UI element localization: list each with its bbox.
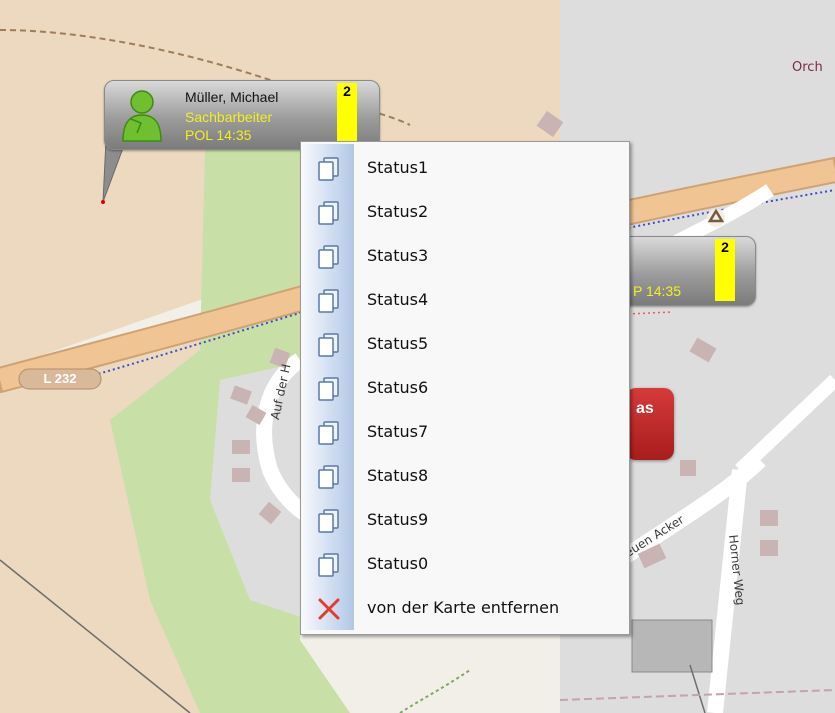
context-menu-item-label: Status2 bbox=[367, 202, 429, 221]
context-menu-item[interactable]: Status2 bbox=[303, 190, 625, 234]
road-shield: L 232 bbox=[18, 366, 102, 392]
pages-icon bbox=[316, 464, 342, 490]
person-time: POL 14:35 bbox=[185, 127, 252, 143]
context-menu-item[interactable]: Status9 bbox=[303, 498, 625, 542]
context-menu-item-label: Status0 bbox=[367, 554, 429, 573]
context-menu-item[interactable]: Status7 bbox=[303, 410, 625, 454]
context-menu-item-label: Status6 bbox=[367, 378, 429, 397]
person-role: Sachbarbeiter bbox=[185, 109, 273, 125]
count-badge: 2 bbox=[337, 83, 357, 145]
red-marker-label: as bbox=[636, 400, 654, 417]
context-menu-item[interactable]: Status1 bbox=[303, 146, 625, 190]
context-menu-item-label: Status7 bbox=[367, 422, 429, 441]
context-menu-item[interactable]: von der Karte entfernen bbox=[303, 586, 625, 630]
person-name: Müller, Michael bbox=[185, 89, 279, 105]
context-menu-item-label: Status3 bbox=[367, 246, 429, 265]
context-menu-item[interactable]: Status4 bbox=[303, 278, 625, 322]
context-menu-item-label: Status5 bbox=[367, 334, 429, 353]
person-callout-marker[interactable]: Müller, Michael Sachbarbeiter POL 14:35 … bbox=[104, 80, 380, 150]
pages-icon bbox=[316, 200, 342, 226]
pages-icon bbox=[316, 420, 342, 446]
place-label: Orch bbox=[792, 60, 823, 75]
pages-icon bbox=[316, 244, 342, 270]
context-menu-item-label: Status8 bbox=[367, 466, 429, 485]
count-badge-2: 2 bbox=[715, 239, 735, 301]
pages-icon bbox=[316, 376, 342, 402]
context-menu: Status1 Status2 Status3 Status4 Status5 Statu… bbox=[300, 141, 630, 635]
red-marker-button[interactable]: as bbox=[626, 388, 674, 460]
context-menu-item-label: von der Karte entfernen bbox=[367, 598, 560, 617]
person-icon bbox=[122, 90, 162, 142]
context-menu-item-label: Status1 bbox=[367, 158, 429, 177]
context-menu-item[interactable]: Status3 bbox=[303, 234, 625, 278]
pages-icon bbox=[316, 508, 342, 534]
close-icon bbox=[316, 596, 342, 622]
context-menu-item[interactable]: Status6 bbox=[303, 366, 625, 410]
person-time-2: P 14:35 bbox=[633, 283, 682, 299]
context-menu-item-label: Status9 bbox=[367, 510, 429, 529]
context-menu-item[interactable]: Status8 bbox=[303, 454, 625, 498]
road-ref-label: L 232 bbox=[43, 371, 77, 386]
context-menu-item-label: Status4 bbox=[367, 290, 429, 309]
pages-icon bbox=[316, 288, 342, 314]
context-menu-item[interactable]: Status5 bbox=[303, 322, 625, 366]
pages-icon bbox=[316, 332, 342, 358]
pages-icon bbox=[316, 552, 342, 578]
context-menu-item[interactable]: Status0 bbox=[303, 542, 625, 586]
pages-icon bbox=[316, 156, 342, 182]
